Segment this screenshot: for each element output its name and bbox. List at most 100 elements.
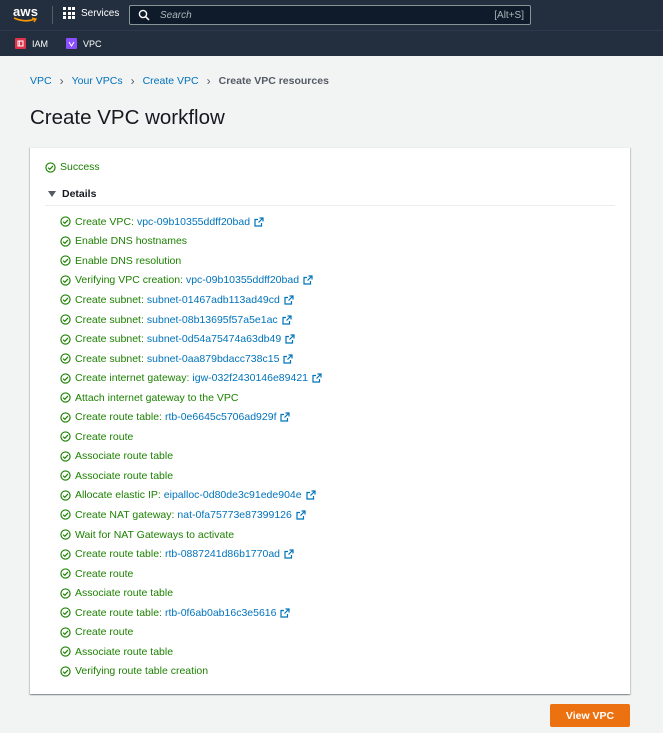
steps-list: Create VPC: vpc-09b10355ddff20bad Enable D… (60, 212, 322, 681)
workflow-step: Create internet gateway: igw-032f2430146e… (60, 368, 322, 388)
workflow-step: Enable DNS resolution (60, 251, 322, 271)
step-resource-link[interactable]: rtb-0f6ab0ab16c3e5616 (165, 607, 277, 619)
workflow-step: Wait for NAT Gateways to activate (60, 525, 322, 545)
details-toggle[interactable]: Details (48, 188, 96, 200)
step-resource-link[interactable]: igw-032f2430146e89421 (192, 372, 308, 384)
grid-icon (63, 7, 75, 19)
step-resource-link[interactable]: subnet-08b13695f57a5e1ac (147, 314, 278, 326)
external-link-icon[interactable] (283, 353, 294, 364)
success-check-icon (60, 255, 71, 267)
step-text: Create internet gateway: (75, 372, 190, 385)
workflow-step: Associate route table (60, 642, 322, 662)
workflow-step: Associate route table (60, 466, 322, 486)
success-check-icon (60, 333, 71, 345)
step-resource-link[interactable]: subnet-01467adb113ad49cd (147, 294, 280, 306)
aws-logo[interactable]: aws (13, 5, 41, 25)
favorite-vpc-label: VPC (83, 38, 102, 49)
step-resource-link[interactable]: rtb-0887241d86b1770ad (165, 548, 280, 560)
favorite-iam-label: IAM (32, 38, 49, 49)
workflow-step: Create subnet: subnet-0d54a75474a63db49 (60, 329, 322, 349)
workflow-step: Attach internet gateway to the VPC (60, 388, 322, 408)
step-text: Create route (75, 626, 134, 639)
step-text: Enable DNS hostnames (75, 235, 188, 248)
workflow-step: Create subnet: subnet-01467adb113ad49cd (60, 290, 322, 310)
status-success: Success (45, 161, 100, 173)
external-link-icon[interactable] (296, 510, 306, 520)
workflow-panel: Success Details Create VPC: vpc-09b10355d… (30, 147, 630, 694)
search-input[interactable] (158, 8, 482, 22)
search-shortcut-hint: [Alt+S] (494, 9, 524, 21)
external-link-icon[interactable] (284, 295, 294, 305)
success-check-icon (60, 568, 71, 579)
success-check-icon (60, 509, 71, 521)
success-check-icon (60, 392, 71, 403)
iam-icon (15, 38, 26, 49)
step-resource-link[interactable]: nat-0fa75773e87399126 (177, 509, 291, 521)
success-check-icon (60, 294, 71, 306)
breadcrumb-your-vpcs[interactable]: Your VPCs (72, 75, 123, 87)
success-check-icon (60, 646, 71, 657)
step-resource-link[interactable]: vpc-09b10355ddff20bad (137, 216, 250, 228)
external-link-icon[interactable] (312, 373, 322, 383)
breadcrumb-vpc[interactable]: VPC (30, 75, 52, 87)
step-text: Allocate elastic IP: (75, 489, 161, 502)
favorite-vpc[interactable]: VPC (66, 38, 102, 49)
step-resource-link[interactable]: eipalloc-0d80de3c91ede904e (164, 489, 302, 501)
success-check-icon (60, 431, 71, 442)
step-text: Create route table: (75, 548, 162, 561)
step-text: Associate route table (75, 450, 174, 463)
breadcrumb-current: Create VPC resources (218, 75, 329, 87)
success-check-icon (60, 627, 71, 638)
success-check-icon (60, 372, 71, 384)
workflow-step: Create route (60, 564, 322, 584)
external-link-icon[interactable] (280, 412, 291, 422)
step-resource-link[interactable]: subnet-0aa879bdacc738c15 (147, 353, 280, 365)
chevron-right-icon: › (130, 74, 135, 88)
success-check-icon (45, 161, 56, 173)
workflow-step: Verifying VPC creation: vpc-09b10355ddff2… (60, 271, 322, 291)
breadcrumb: VPC › Your VPCs › Create VPC › Create VP… (30, 75, 329, 87)
view-vpc-button[interactable]: View VPC (550, 704, 630, 727)
search-bar[interactable]: [Alt+S] (129, 5, 531, 25)
aws-logo-text: aws (13, 4, 39, 19)
step-text: Associate route table (75, 645, 174, 658)
step-text: Enable DNS resolution (75, 254, 182, 267)
step-resource-link[interactable]: subnet-0d54a75474a63db49 (147, 333, 281, 345)
external-link-icon[interactable] (254, 217, 264, 227)
workflow-step: Create route table: rtb-0e6645c5706ad929f (60, 407, 322, 427)
workflow-step: Create route table: rtb-0887241d86b1770ad (60, 544, 322, 564)
success-check-icon (60, 275, 71, 286)
step-resource-link[interactable]: vpc-09b10355ddff20bad (186, 274, 299, 286)
step-text: Create route table: (75, 606, 162, 619)
services-label: Services (81, 7, 120, 19)
external-link-icon[interactable] (285, 334, 295, 344)
nav-divider (52, 6, 53, 24)
breadcrumb-create-vpc[interactable]: Create VPC (143, 75, 199, 87)
workflow-step: Create VPC: vpc-09b10355ddff20bad (60, 212, 322, 232)
step-text: Create route (75, 567, 134, 580)
step-text: Create route (75, 430, 134, 443)
favorite-iam[interactable]: IAM (15, 38, 48, 49)
external-link-icon[interactable] (284, 549, 294, 559)
step-text: Associate route table (75, 469, 174, 482)
workflow-step: Create NAT gateway: nat-0fa75773e87399126 (60, 505, 322, 525)
step-text: Wait for NAT Gateways to activate (75, 528, 235, 541)
step-text: Create subnet: (75, 352, 144, 365)
services-menu-button[interactable]: Services (63, 7, 119, 19)
step-text: Create subnet: (75, 293, 144, 306)
external-link-icon[interactable] (280, 608, 291, 618)
external-link-icon[interactable] (303, 275, 313, 286)
step-text: Create VPC: (75, 215, 134, 228)
step-text: Create NAT gateway: (75, 508, 175, 521)
external-link-icon[interactable] (282, 314, 292, 325)
workflow-step: Create route table: rtb-0f6ab0ab16c3e5616 (60, 603, 322, 623)
external-link-icon[interactable] (305, 490, 316, 501)
step-resource-link[interactable]: rtb-0e6645c5706ad929f (165, 411, 277, 423)
workflow-step: Create route (60, 427, 322, 447)
step-text: Attach internet gateway to the VPC (75, 391, 239, 404)
success-check-icon (60, 451, 71, 462)
step-text: Create route table: (75, 411, 162, 424)
status-text: Success (60, 161, 100, 173)
favorites-bar: IAM VPC (0, 30, 663, 56)
success-check-icon (60, 607, 71, 618)
